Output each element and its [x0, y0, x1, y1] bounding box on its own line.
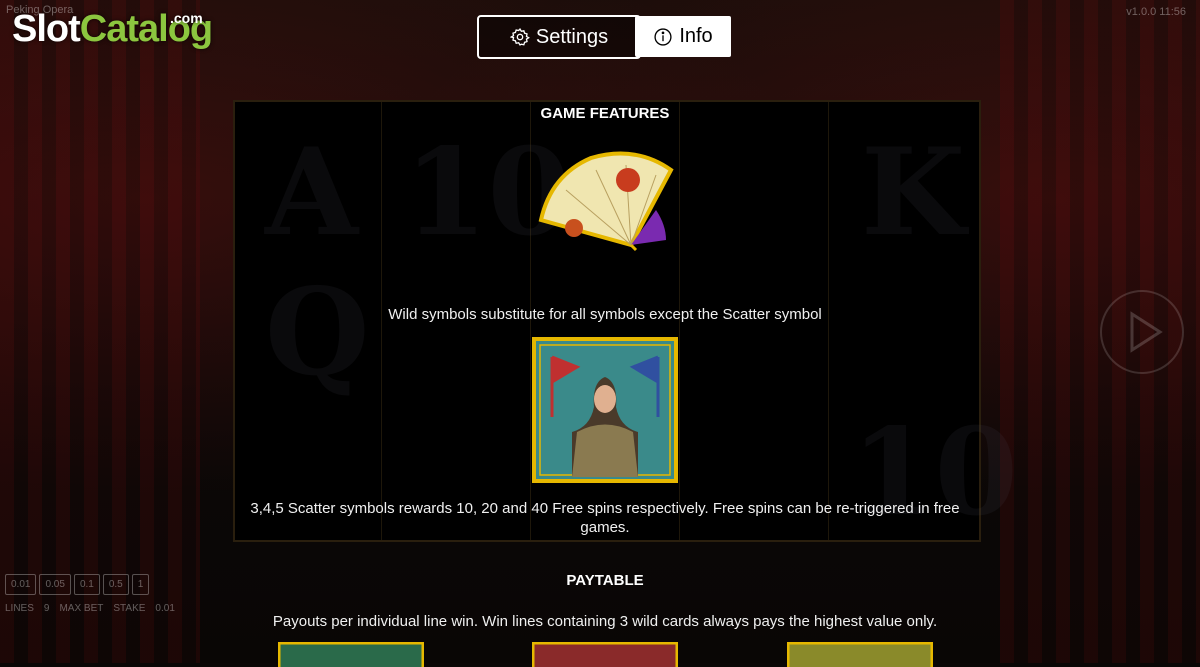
bet-value-button[interactable]: 0.01	[5, 574, 37, 595]
bet-info: LINES 9 MAX BET STAKE 0.01	[5, 603, 175, 614]
paytable-symbol-1	[278, 642, 424, 667]
stake-value: 0.01	[155, 603, 175, 614]
stake-label: STAKE	[113, 603, 146, 614]
site-logo: SlotCatalog .com	[12, 8, 213, 51]
settings-label: Settings	[535, 25, 609, 48]
paytable-symbol-3	[787, 642, 933, 667]
lines-value: 9	[43, 603, 50, 614]
version-clock: v1.0.0 11:56	[1126, 6, 1186, 18]
wild-fan-symbol	[538, 151, 674, 252]
game-features-heading: GAME FEATURES	[540, 105, 670, 122]
logo-com-text: .com	[170, 10, 203, 26]
max-bet-button[interactable]: MAX BET	[59, 603, 103, 614]
bet-values: 0.01 0.05 0.1 0.5 1	[5, 574, 175, 595]
info-label: Info	[679, 25, 713, 47]
scatter-warrior-symbol	[532, 337, 678, 483]
bet-value-button[interactable]: 0.1	[73, 574, 100, 595]
bet-panel: 0.01 0.05 0.1 0.5 1 LINES 9 MAX BET STAKE 0.…	[5, 574, 175, 614]
lines-label: LINES	[5, 603, 34, 614]
gear-icon	[509, 27, 530, 46]
info-icon	[654, 27, 672, 46]
left-curtain	[0, 0, 200, 663]
paytable-description: Payouts per individual line win. Win lin…	[272, 613, 938, 630]
paytable-heading: PAYTABLE	[566, 572, 644, 589]
settings-button[interactable]: Settings	[477, 15, 641, 59]
scatter-description: 3,4,5 Scatter symbols rewards 10, 20 and…	[250, 500, 960, 536]
wild-description: Wild symbols substitute for all symbols …	[388, 306, 822, 323]
bet-value-button[interactable]: 0.5	[102, 574, 129, 595]
play-icon	[1130, 311, 1163, 353]
logo-slot-text: Slot	[12, 8, 81, 50]
bet-value-button[interactable]: 1	[131, 574, 150, 595]
info-button[interactable]: Info	[635, 16, 731, 57]
spin-button[interactable]	[1100, 290, 1184, 374]
paytable-symbol-2	[532, 642, 678, 667]
bet-value-button[interactable]: 0.05	[39, 574, 71, 595]
